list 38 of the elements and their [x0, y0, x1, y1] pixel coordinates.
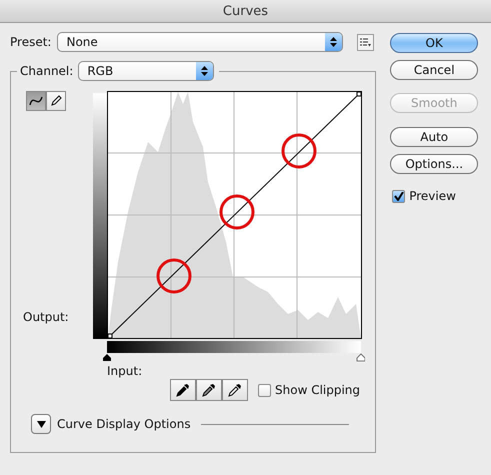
stepper-icon — [330, 37, 338, 47]
annotation-circle — [220, 194, 254, 230]
preview-checkbox[interactable] — [392, 190, 406, 202]
eyedropper-icon — [228, 383, 242, 397]
eyedropper-button[interactable] — [170, 379, 196, 401]
preset-label: Preset: — [10, 35, 52, 49]
preset-dropdown[interactable]: None — [57, 32, 344, 52]
preview-label: Preview — [409, 189, 456, 203]
curve-display-options-label: Curve Display Options — [57, 417, 191, 431]
curve-point[interactable] — [108, 334, 112, 338]
annotation-circle — [282, 134, 316, 168]
curve-tool-button[interactable] — [26, 91, 46, 111]
show-clipping-label: Show Clipping — [275, 383, 360, 397]
eyedropper-button[interactable] — [196, 379, 222, 401]
output-label: Output: — [23, 310, 70, 324]
pencil-icon — [50, 95, 62, 107]
check-icon — [394, 192, 404, 200]
dialog-button[interactable]: Cancel — [390, 60, 478, 80]
curve-icon — [29, 96, 43, 106]
list-icon — [360, 38, 372, 46]
pencil-tool-button[interactable] — [46, 91, 66, 111]
dialog-button[interactable]: Auto — [390, 127, 478, 147]
channel-label: Channel: — [20, 64, 74, 78]
curve-point[interactable] — [356, 92, 362, 96]
stepper-icon — [201, 66, 208, 76]
dialog-button[interactable]: Options... — [390, 154, 478, 174]
channel-dropdown[interactable]: RGB — [78, 61, 214, 81]
dialog-button[interactable]: OK — [390, 33, 478, 53]
input-label: Input: — [107, 364, 144, 378]
eyedropper-button[interactable] — [222, 379, 248, 401]
eyedropper-icon — [176, 383, 190, 397]
preset-menu-button[interactable] — [357, 34, 374, 50]
disclosure-button[interactable] — [31, 414, 51, 434]
eyedropper-icon — [202, 383, 216, 397]
annotation-circle — [156, 258, 192, 294]
window-title: Curves — [222, 4, 268, 18]
disclosure-triangle-icon — [36, 420, 46, 428]
show-clipping-checkbox[interactable] — [258, 384, 271, 396]
